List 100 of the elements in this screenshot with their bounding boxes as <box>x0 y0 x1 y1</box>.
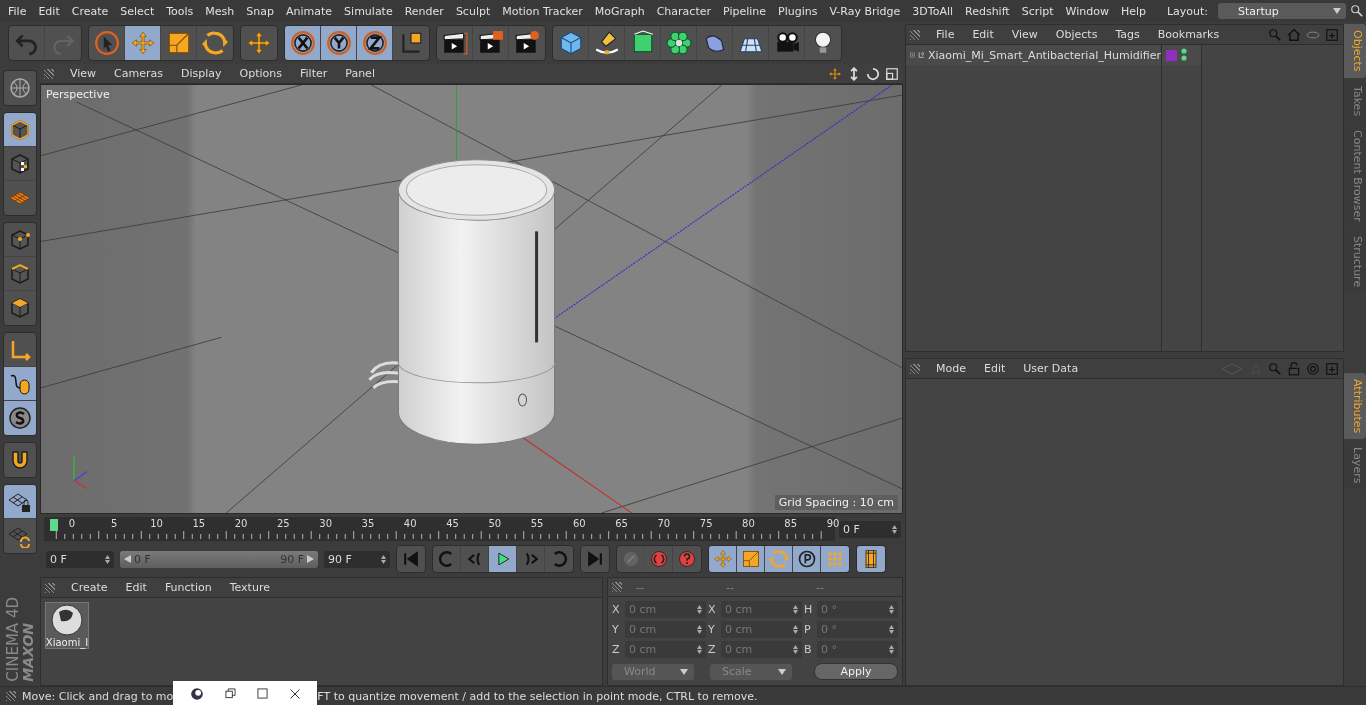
right-arrow-icon[interactable] <box>307 555 314 563</box>
axis-label: Z <box>612 643 621 656</box>
p-circle-button[interactable] <box>793 546 821 572</box>
menu-item[interactable]: Edit <box>117 581 155 594</box>
current-frame-field[interactable]: 0 F <box>839 520 901 538</box>
menu-item[interactable]: Motion Tracker <box>496 4 589 18</box>
grid-lock-button[interactable] <box>4 485 36 519</box>
restore-icon <box>224 688 236 699</box>
menu-item[interactable]: V-Ray Bridge <box>823 4 907 18</box>
left-arrow-icon[interactable] <box>124 555 131 563</box>
menu-item[interactable]: Edit <box>964 28 1002 41</box>
start-frame-field[interactable]: 0 F <box>46 550 114 568</box>
menu-item[interactable]: Panel <box>337 67 383 80</box>
menu-item[interactable]: Filter <box>292 67 336 80</box>
menu-item[interactable]: File <box>928 28 963 41</box>
menu-item[interactable]: Redshift <box>959 4 1016 18</box>
menu-item[interactable]: Tags <box>1107 28 1148 41</box>
search-icon <box>1350 4 1364 18</box>
move-icon <box>828 66 842 81</box>
menu-item[interactable]: Character <box>650 4 717 18</box>
menu-item[interactable]: Function <box>156 581 220 594</box>
menu-item[interactable]: Mode <box>928 362 974 375</box>
apply-button[interactable]: Apply <box>814 663 898 680</box>
target-icon <box>1306 361 1320 376</box>
x-axis-button[interactable] <box>285 26 321 60</box>
layer-color-tag[interactable] <box>1166 49 1177 61</box>
rotate-button[interactable] <box>765 546 793 572</box>
cube-polygon-icon <box>8 296 32 320</box>
taskbar-preview-window[interactable] <box>173 681 318 705</box>
unlock-icon <box>1287 361 1301 376</box>
axis-label: Y <box>612 623 620 636</box>
cube-button[interactable] <box>4 113 36 147</box>
playhead-marker[interactable] <box>50 519 58 531</box>
material-thumbnail[interactable]: Xiaomi_I <box>45 602 89 649</box>
frame-label: 5 <box>111 518 118 529</box>
menu-item[interactable]: View <box>62 67 105 80</box>
menu-item[interactable]: View <box>1003 28 1046 41</box>
scale-button[interactable] <box>737 546 765 572</box>
menu-item[interactable]: Texture <box>221 581 278 594</box>
side-tab[interactable]: Attributes <box>1344 372 1366 439</box>
frame-label: 50 <box>488 518 502 529</box>
expand-icon <box>910 50 915 60</box>
axis-gizmo-icon <box>73 455 88 490</box>
search-icon <box>1268 361 1282 376</box>
menu-item[interactable]: Edit <box>32 4 66 18</box>
menu-item[interactable]: User Data <box>1015 362 1087 375</box>
menu-item[interactable]: Simulate <box>338 4 399 18</box>
close-icon <box>288 687 301 700</box>
frame-label: 15 <box>192 518 206 529</box>
frame-label: 25 <box>277 518 290 529</box>
menu-item[interactable]: Create <box>65 4 115 18</box>
menu-item[interactable]: Edit <box>976 362 1014 375</box>
menu-item[interactable]: Script <box>1015 4 1060 18</box>
menu-item[interactable]: Render <box>398 4 450 18</box>
spinner-arrows-icon <box>889 605 894 614</box>
frame-label: 75 <box>699 518 713 529</box>
menu-item[interactable]: Window <box>1059 4 1115 18</box>
viewport[interactable]: Perspective Grid Spacing : 10 cm <box>40 84 903 514</box>
search-icon <box>1268 27 1282 42</box>
menu-item[interactable]: Create <box>63 581 116 594</box>
object-row[interactable]: Xiaomi_Mi_Smart_Antibacterial_Humidifier <box>906 45 1161 65</box>
z-axis-button[interactable] <box>357 26 393 60</box>
flower-icon <box>665 30 692 56</box>
menu-item[interactable]: Objects <box>1047 28 1106 41</box>
dots-grid-button[interactable] <box>821 546 849 572</box>
menu-item[interactable]: Select <box>114 4 161 18</box>
globe-icon <box>8 76 32 100</box>
menu-item[interactable]: Tools <box>160 4 200 18</box>
menu-item[interactable]: Display <box>173 67 230 80</box>
axis-label: H <box>804 603 814 616</box>
grip-icon <box>910 363 920 374</box>
scale-icon <box>740 549 761 569</box>
menu-item[interactable]: Sculpt <box>449 4 497 18</box>
menu-item[interactable]: Mesh <box>199 4 241 18</box>
menu-item[interactable]: Pipeline <box>717 4 773 18</box>
spinner-arrows-icon <box>889 625 894 634</box>
menu-item[interactable]: 3DToAll <box>906 4 959 18</box>
menu-item[interactable]: Bookmarks <box>1149 28 1228 41</box>
axis-label: X <box>708 603 717 616</box>
menu-item[interactable]: Cameras <box>106 67 171 80</box>
menu-item[interactable]: Snap <box>240 4 280 18</box>
menu-item[interactable]: Plugins <box>772 4 824 18</box>
menu-item[interactable]: Help <box>1114 4 1153 18</box>
menu-item[interactable]: Animate <box>280 4 339 18</box>
y-axis-button[interactable] <box>321 26 357 60</box>
move-button[interactable] <box>709 546 737 572</box>
dropdown-arrow-icon <box>778 668 786 675</box>
menu-item[interactable]: File <box>2 4 33 18</box>
side-tab[interactable]: Objects <box>1344 24 1366 78</box>
end-frame-field[interactable]: 90 F <box>324 550 390 568</box>
mouse-button[interactable] <box>4 367 36 401</box>
play-button[interactable] <box>489 546 517 572</box>
film-strip-button[interactable] <box>857 546 885 572</box>
status-text: Move: Click and drag to mo <box>22 689 174 703</box>
menu-item[interactable]: MoGraph <box>588 4 651 18</box>
s-circle-button[interactable] <box>4 401 36 435</box>
move-button[interactable] <box>125 26 161 60</box>
cube-points-icon <box>8 227 32 252</box>
menu-item[interactable]: Options <box>231 67 290 80</box>
layout-dropdown[interactable]: Startup <box>1218 3 1346 19</box>
